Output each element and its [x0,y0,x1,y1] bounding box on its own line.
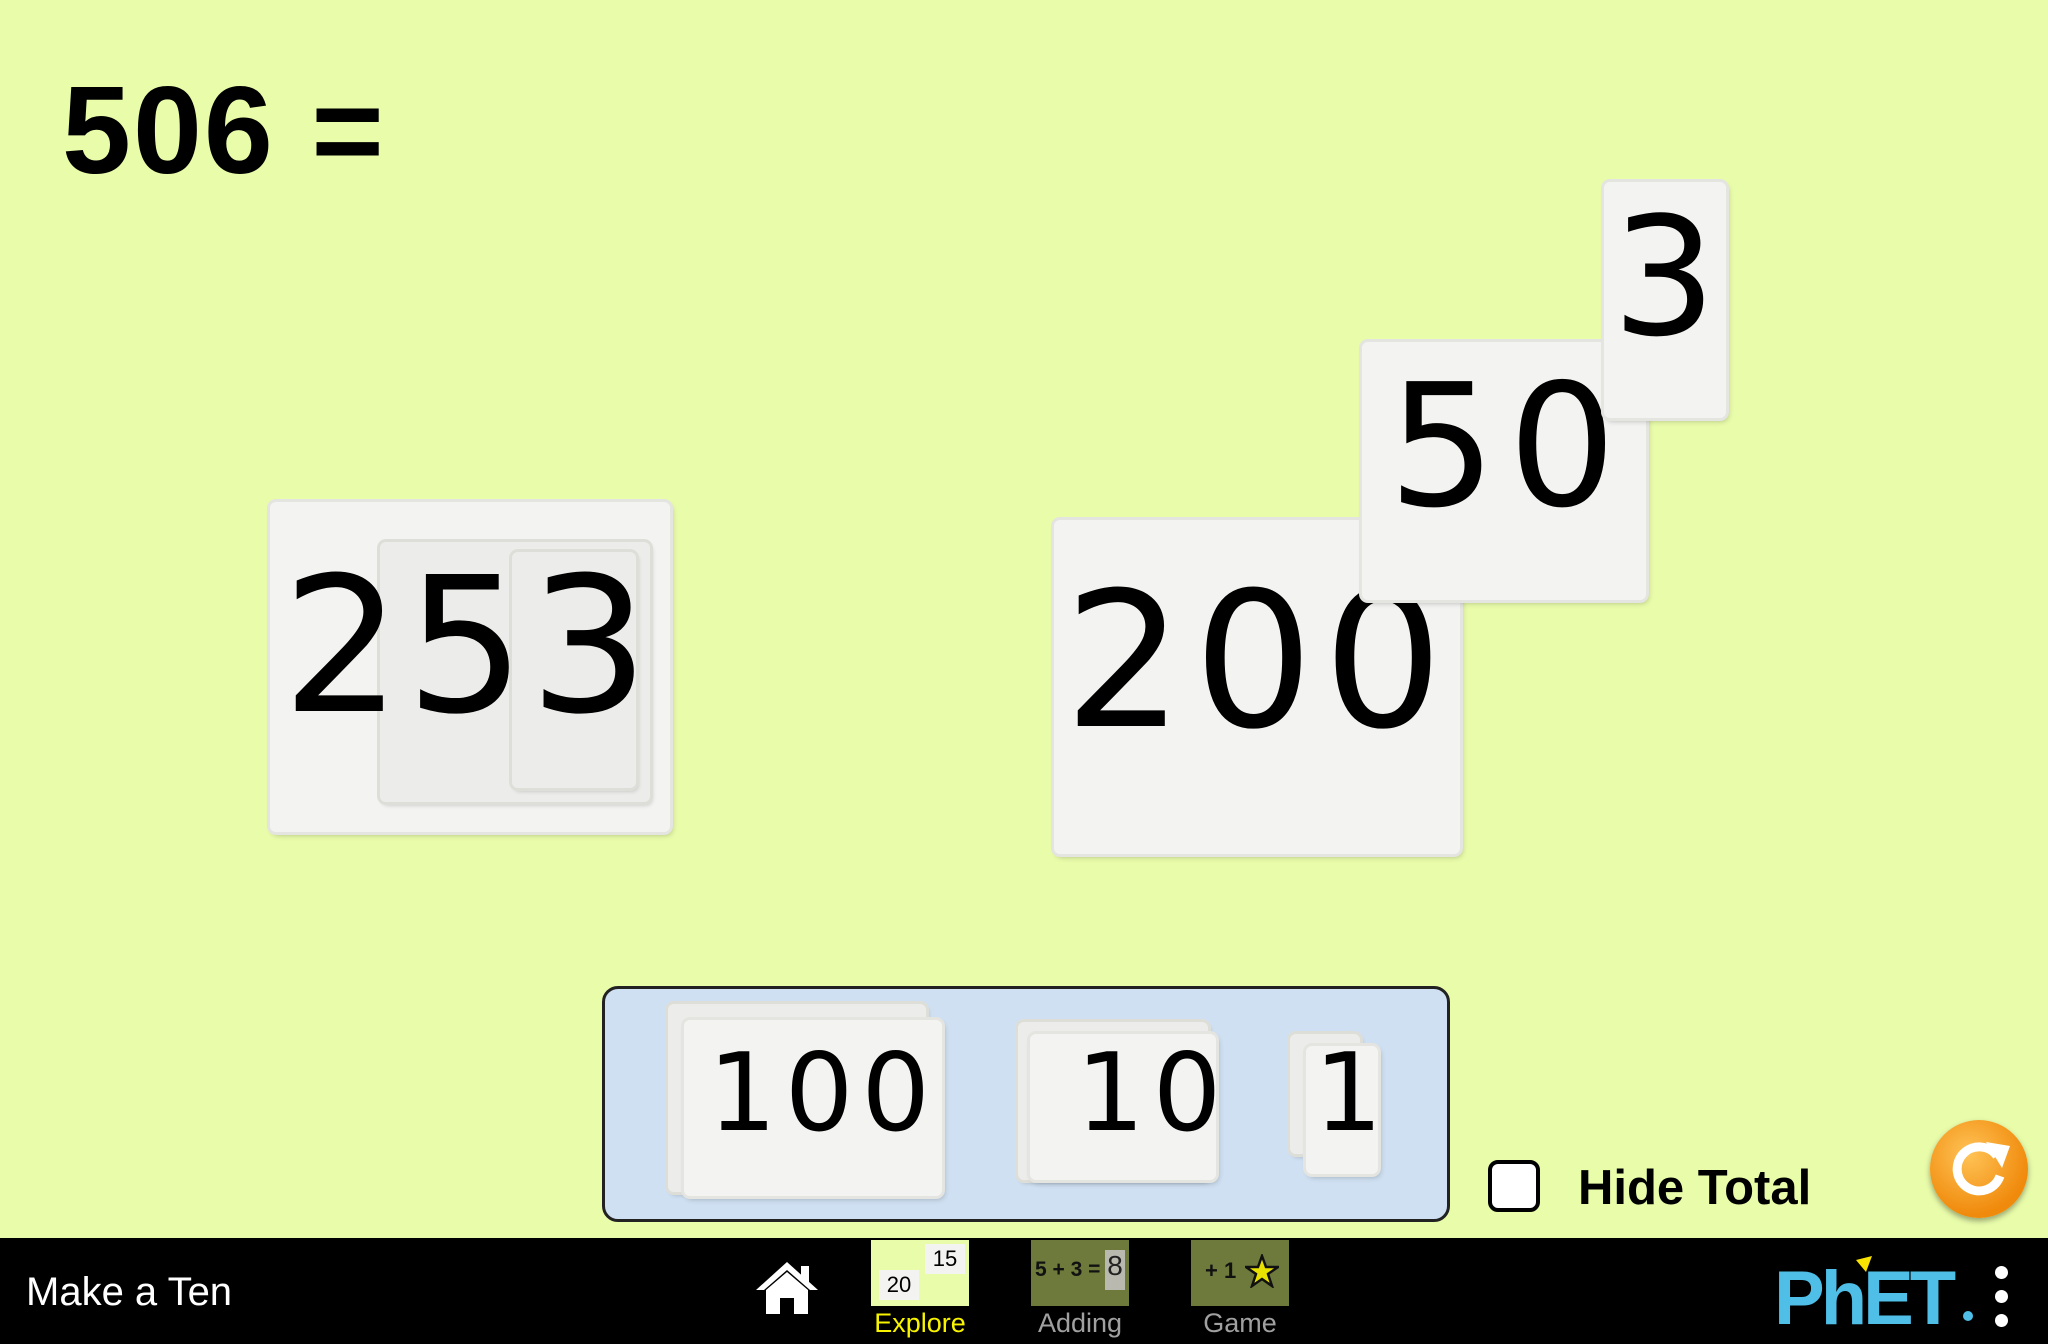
explore-icon-text-b: 15 [932,1246,958,1271]
kebab-dot-icon [1994,1266,2008,1279]
tab-game[interactable]: + 1 Game [1190,1240,1290,1339]
phet-logo-icon: PhET [1774,1256,1973,1341]
number-value-253: 253 [282,537,653,756]
home-button[interactable] [752,1258,822,1318]
tab-adding-label: Adding [1037,1308,1123,1338]
game-icon-text: + 1 [1205,1258,1237,1283]
reset-all-button[interactable] [1930,1120,2028,1218]
explore-icon-card-b: 15 [925,1244,965,1274]
adding-icon-text: 5 + 3 = [1035,1258,1101,1281]
tab-adding[interactable]: 5 + 3 = 8 Adding [1030,1240,1130,1339]
adding-screen-icon: 5 + 3 = 8 [1031,1240,1129,1306]
explore-screen-icon: 20 15 [871,1240,969,1306]
options-menu-button[interactable] [1990,1266,2012,1332]
home-icon [756,1262,818,1314]
star-icon [1245,1254,1279,1288]
tab-explore-label: Explore [874,1308,966,1338]
tab-game-label: Game [1203,1308,1277,1338]
adding-icon-result: 8 [1105,1250,1125,1290]
hide-total-checkbox[interactable] [1488,1160,1540,1212]
explore-icon-card-a: 20 [879,1270,919,1300]
kebab-dot-icon [1994,1314,2008,1327]
kit-card-1-label: 1 [1314,1031,1383,1156]
explore-icon-text-a: 20 [886,1272,912,1297]
number-piece-50: 50 [1388,348,1629,546]
kebab-dot-icon [1994,1290,2008,1303]
hide-total-label[interactable]: Hide Total [1578,1160,1811,1216]
navigation-bar [0,1238,2048,1344]
reset-icon [1952,1142,2010,1196]
number-piece-3: 3 [1612,182,1717,373]
sim-title: Make a Ten [26,1270,233,1314]
kit-card-10-label: 10 [1076,1031,1230,1156]
game-screen-icon: + 1 [1191,1240,1289,1306]
equation-total: 506 = [62,62,386,200]
phet-logo[interactable]: PhET [1772,1256,1982,1341]
kit-card-100-label: 100 [708,1031,939,1156]
tab-explore[interactable]: 20 15 Explore [870,1240,970,1339]
